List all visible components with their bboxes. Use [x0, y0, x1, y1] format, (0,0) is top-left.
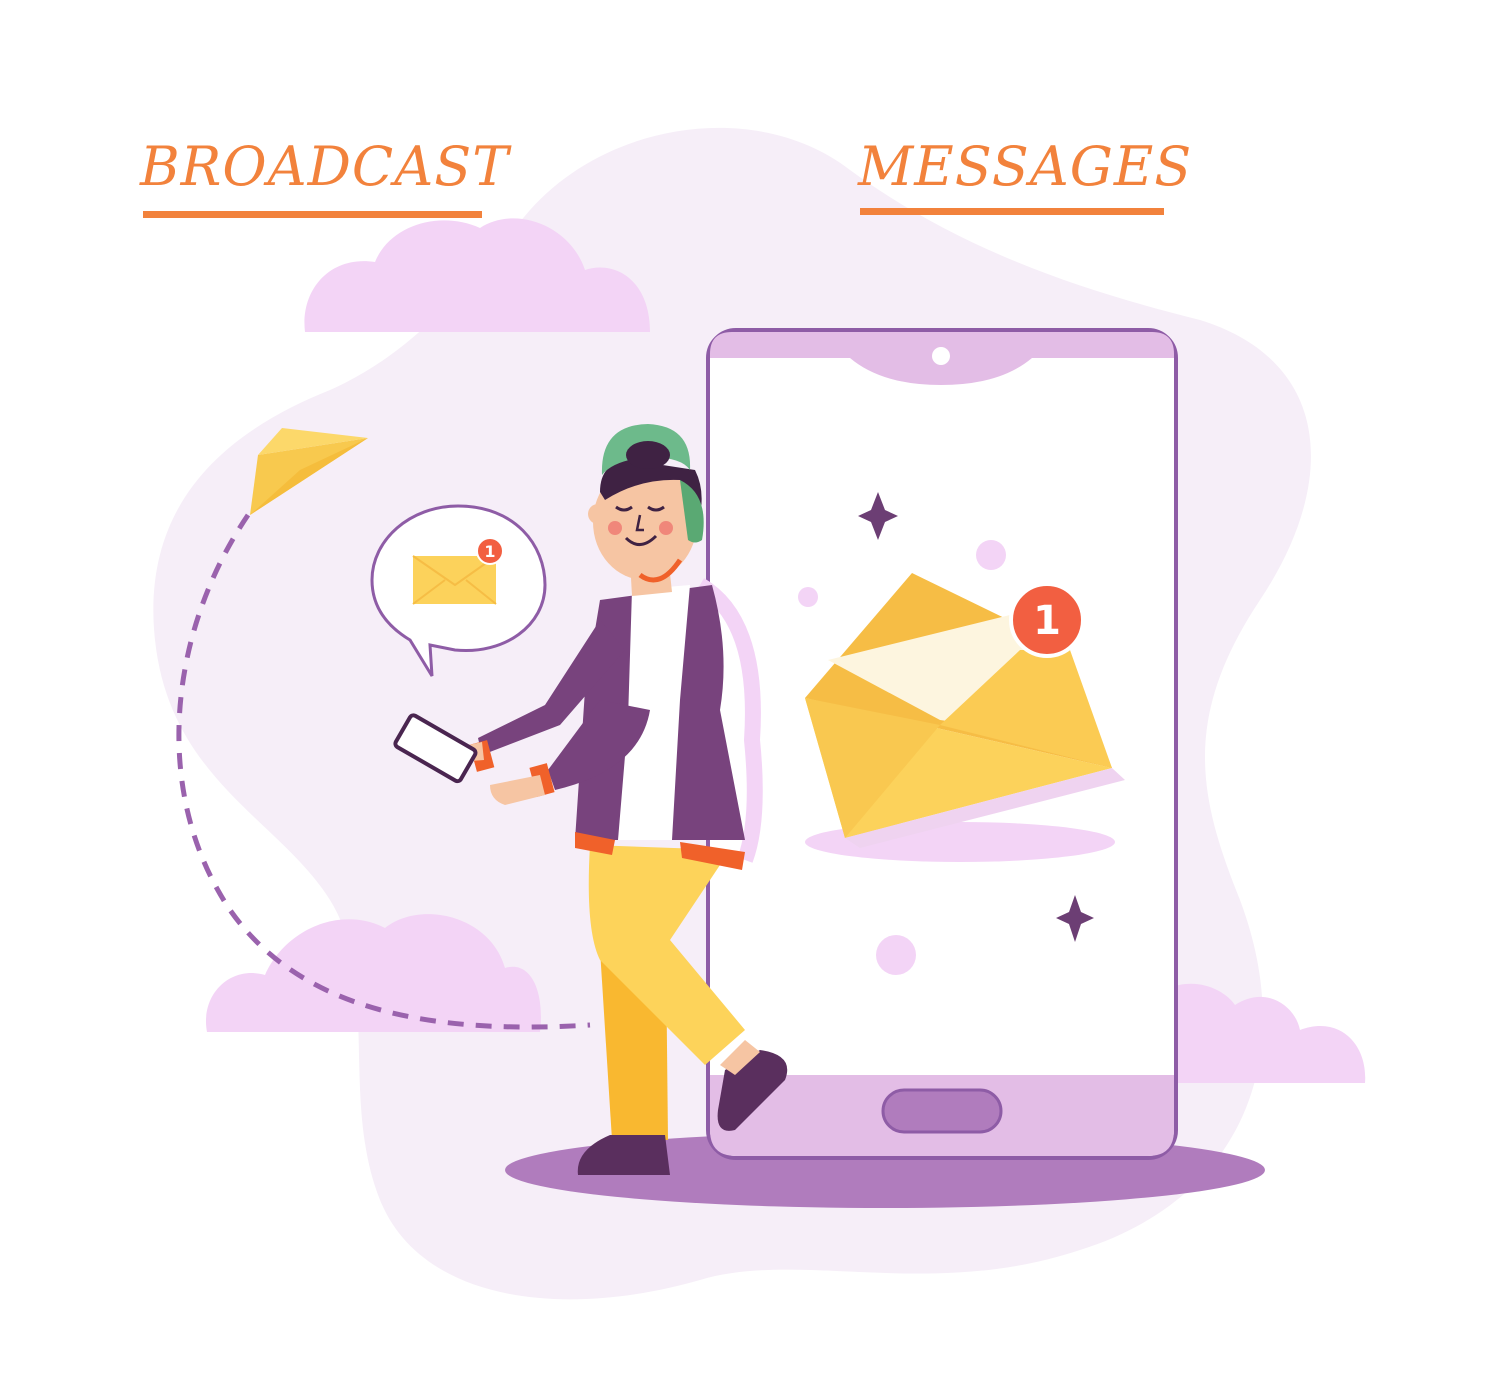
phone-camera [932, 347, 950, 365]
decor-dot [976, 540, 1006, 570]
title-messages-underline [860, 208, 1164, 215]
illustration: 1 1 [0, 0, 1500, 1372]
title-broadcast: BROADCAST [140, 135, 510, 198]
bubble-badge-count: 1 [484, 542, 495, 561]
title-messages: MESSAGES [858, 135, 1193, 198]
phone-home-button [881, 1088, 1003, 1134]
decor-dot [798, 587, 818, 607]
decor-dot [876, 935, 916, 975]
title-broadcast-underline [143, 211, 482, 218]
illustration-canvas: 1 1 [153, 127, 1366, 1300]
envelope-badge-count: 1 [1033, 598, 1061, 644]
cloud-bottom-right [1165, 983, 1366, 1083]
